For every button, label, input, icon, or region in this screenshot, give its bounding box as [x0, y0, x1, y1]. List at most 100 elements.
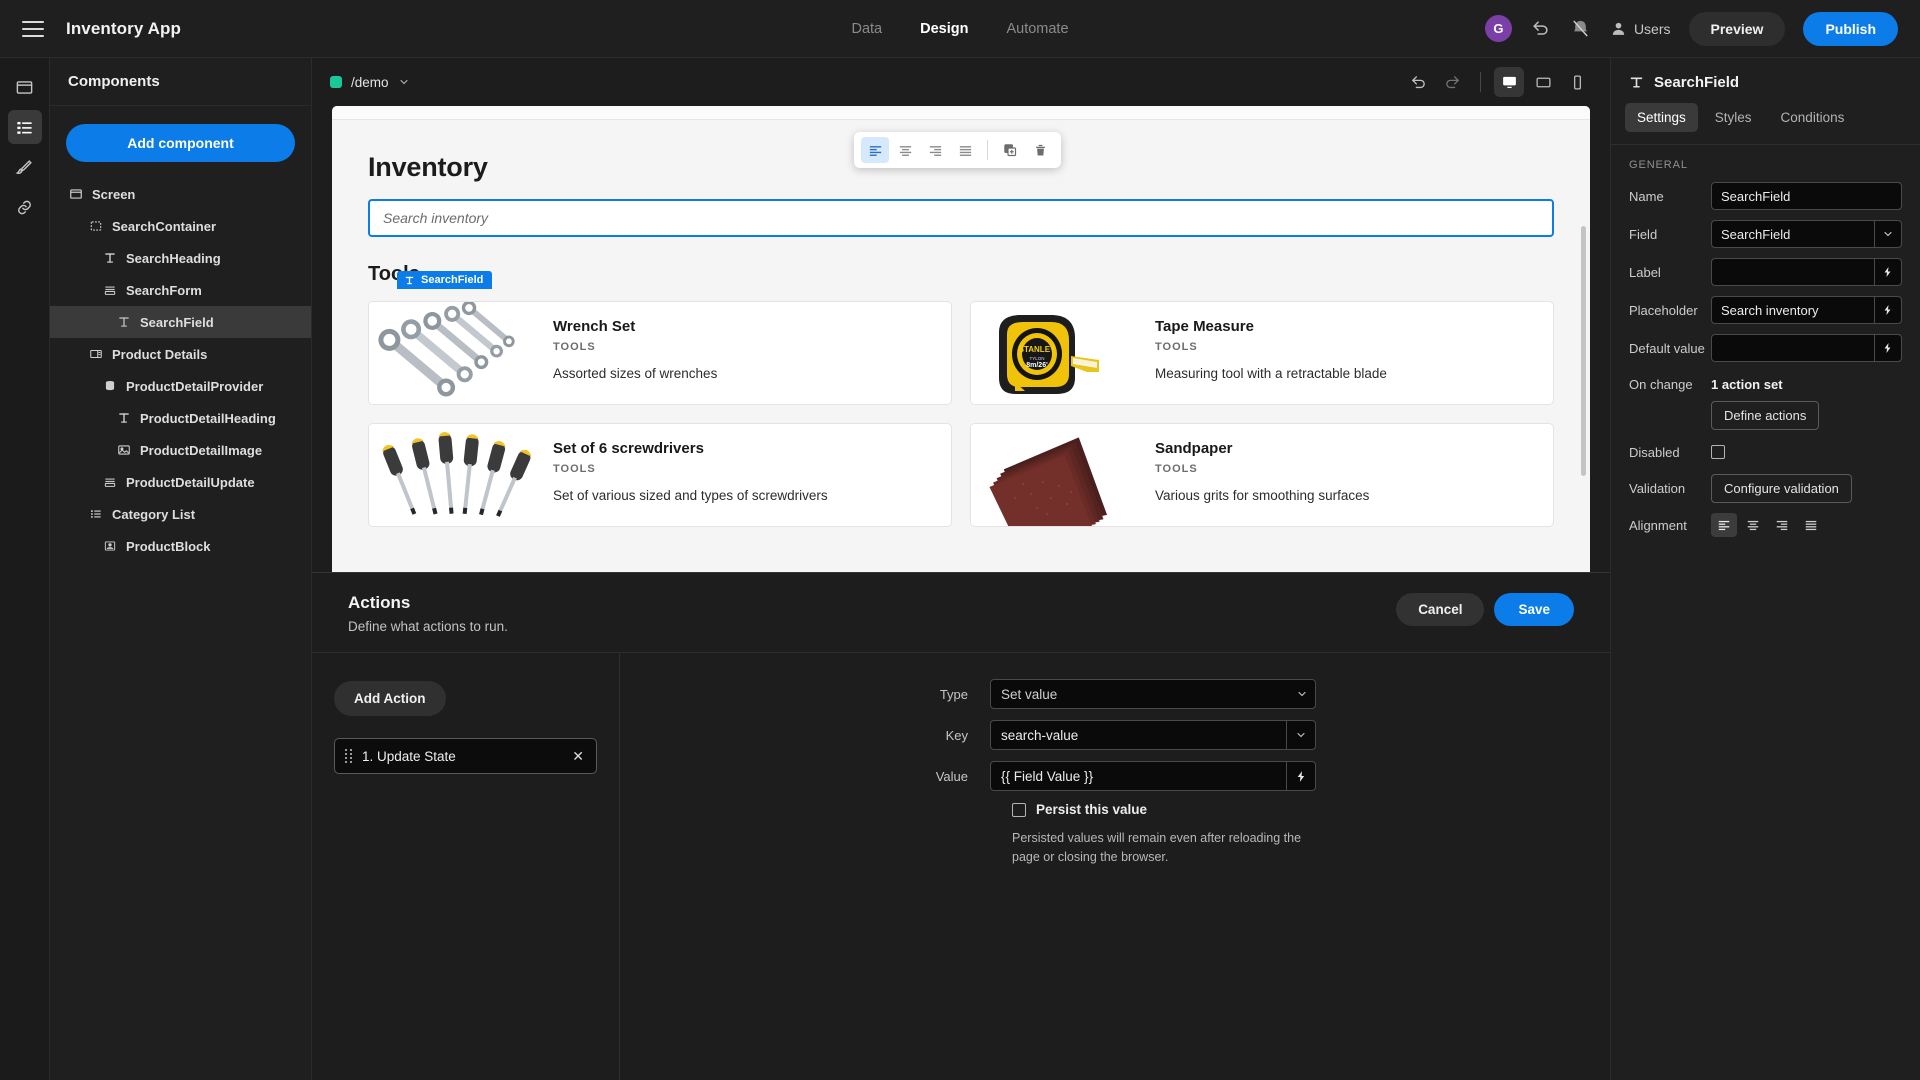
tablet-icon[interactable] — [1528, 67, 1558, 97]
chevron-down-icon[interactable] — [1288, 679, 1316, 709]
tree-item-searchcontainer[interactable]: SearchContainer — [50, 210, 311, 242]
product-card-body: Tape Measure TOOLS Measuring tool with a… — [1141, 302, 1553, 404]
configure-validation-button[interactable]: Configure validation — [1711, 474, 1852, 503]
tree-item-screen[interactable]: Screen — [50, 178, 311, 210]
tree-item-category-list[interactable]: Category List — [50, 498, 311, 530]
value-input[interactable]: {{ Field Value }} — [990, 761, 1286, 791]
components-header: Components — [50, 58, 311, 106]
product-card[interactable]: Sandpaper TOOLS Various grits for smooth… — [970, 423, 1554, 527]
align-justify-icon[interactable] — [1798, 513, 1824, 537]
drag-handle-icon[interactable] — [345, 749, 352, 763]
tree-item-productdetailupdate[interactable]: ProductDetailUpdate — [50, 466, 311, 498]
undo-icon[interactable] — [1530, 18, 1552, 40]
align-right-icon[interactable] — [921, 137, 949, 163]
publish-button[interactable]: Publish — [1803, 11, 1898, 46]
nav-tab-automate[interactable]: Automate — [1006, 21, 1068, 37]
rail-link-icon[interactable] — [8, 190, 42, 224]
tab-conditions[interactable]: Conditions — [1769, 103, 1857, 132]
text-field-icon — [1629, 75, 1644, 90]
align-right-icon[interactable] — [1769, 513, 1795, 537]
tree-item-label: ProductDetailProvider — [126, 378, 264, 394]
property-row-define-actions: Define actions — [1611, 401, 1920, 435]
nav-tab-design[interactable]: Design — [920, 21, 968, 37]
align-center-icon[interactable] — [891, 137, 919, 163]
route-selector[interactable]: /demo — [330, 75, 410, 90]
action-item-label: 1. Update State — [362, 748, 456, 764]
tree-item-productdetailimage[interactable]: ProductDetailImage — [50, 434, 311, 466]
align-left-icon[interactable] — [861, 137, 889, 163]
trash-icon[interactable] — [1026, 137, 1054, 163]
action-list-item[interactable]: 1. Update State ✕ — [334, 738, 597, 774]
product-description: Various grits for smoothing surfaces — [1155, 488, 1370, 503]
add-action-button[interactable]: Add Action — [334, 681, 446, 716]
close-icon[interactable]: ✕ — [572, 748, 584, 765]
product-card[interactable]: STANLEY TYLON 8m/26' Tape Measure TOOLS … — [970, 301, 1554, 405]
binding-bolt-icon[interactable] — [1874, 258, 1902, 286]
name-input[interactable]: SearchField — [1711, 182, 1902, 210]
persist-checkbox[interactable] — [1012, 802, 1026, 817]
tree-item-searchform[interactable]: SearchForm — [50, 274, 311, 306]
add-component-wrap: Add component — [50, 106, 311, 168]
text-icon — [116, 410, 132, 426]
chevron-down-icon[interactable] — [1286, 720, 1316, 750]
define-actions-button[interactable]: Define actions — [1711, 401, 1820, 430]
label-input[interactable] — [1711, 258, 1874, 286]
theme-off-icon[interactable] — [1570, 18, 1592, 40]
search-input-placeholder: Search inventory — [383, 210, 489, 226]
default-value-input[interactable] — [1711, 334, 1874, 362]
duplicate-icon[interactable] — [996, 137, 1024, 163]
product-card-body: Wrench Set TOOLS Assorted sizes of wrenc… — [539, 302, 951, 404]
binding-bolt-icon[interactable] — [1874, 296, 1902, 324]
placeholder-input[interactable]: Search inventory — [1711, 296, 1874, 324]
align-left-icon[interactable] — [1711, 513, 1737, 537]
rail-screen-icon[interactable] — [8, 70, 42, 104]
users-button[interactable]: Users — [1610, 20, 1671, 37]
action-row-value: Value {{ Field Value }} — [620, 761, 1610, 791]
top-bar-right: G Users Preview Publish — [1484, 11, 1920, 46]
tree-item-searchfield[interactable]: SearchField — [50, 306, 311, 338]
align-justify-icon[interactable] — [951, 137, 979, 163]
canvas-undo-icon[interactable] — [1403, 67, 1433, 97]
tab-settings[interactable]: Settings — [1625, 103, 1698, 132]
add-component-button[interactable]: Add component — [66, 124, 295, 162]
product-card[interactable]: Wrench Set TOOLS Assorted sizes of wrenc… — [368, 301, 952, 405]
cancel-button[interactable]: Cancel — [1396, 593, 1485, 626]
search-input[interactable]: Search inventory — [368, 199, 1554, 237]
toolbar-divider — [1480, 72, 1481, 92]
save-button[interactable]: Save — [1494, 593, 1574, 626]
canvas-redo-icon[interactable] — [1437, 67, 1467, 97]
actions-drawer-titles: Actions Define what actions to run. — [348, 593, 508, 634]
binding-bolt-icon[interactable] — [1286, 761, 1316, 791]
tree-item-searchheading[interactable]: SearchHeading — [50, 242, 311, 274]
key-input[interactable]: search-value — [990, 720, 1286, 750]
tree-item-productdetailprovider[interactable]: ProductDetailProvider — [50, 370, 311, 402]
type-select-value[interactable]: Set value — [990, 679, 1316, 709]
preview-button[interactable]: Preview — [1688, 11, 1786, 46]
chevron-down-icon[interactable] — [1874, 220, 1902, 248]
hamburger-icon[interactable] — [22, 20, 44, 37]
field-select-value[interactable]: SearchField — [1711, 220, 1874, 248]
top-bar: Inventory App Data Design Automate G Use… — [0, 0, 1920, 58]
canvas-scrollbar[interactable] — [1581, 226, 1586, 476]
product-card[interactable]: Set of 6 screwdrivers TOOLS Set of vario… — [368, 423, 952, 527]
alignment-label: Alignment — [1629, 517, 1687, 533]
svg-text:TYLON: TYLON — [1029, 356, 1044, 361]
tree-item-productdetailheading[interactable]: ProductDetailHeading — [50, 402, 311, 434]
disabled-checkbox[interactable] — [1711, 445, 1725, 459]
desktop-icon[interactable] — [1494, 67, 1524, 97]
property-row-default-value: Default value — [1611, 329, 1920, 367]
actions-subtitle: Define what actions to run. — [348, 619, 508, 634]
mobile-icon[interactable] — [1562, 67, 1592, 97]
rail-brush-icon[interactable] — [8, 150, 42, 184]
tree-item-productblock[interactable]: ProductBlock — [50, 530, 311, 562]
nav-tab-data[interactable]: Data — [851, 21, 882, 37]
binding-bolt-icon[interactable] — [1874, 334, 1902, 362]
avatar[interactable]: G — [1484, 15, 1512, 42]
label-control — [1711, 258, 1902, 286]
persist-help-text: Persisted values will remain even after … — [1012, 831, 1302, 864]
align-center-icon[interactable] — [1740, 513, 1766, 537]
wrench-set-photo — [369, 302, 539, 404]
tab-styles[interactable]: Styles — [1703, 103, 1764, 132]
tree-item-product-details[interactable]: Product Details — [50, 338, 311, 370]
rail-components-list-icon[interactable] — [7, 110, 42, 144]
